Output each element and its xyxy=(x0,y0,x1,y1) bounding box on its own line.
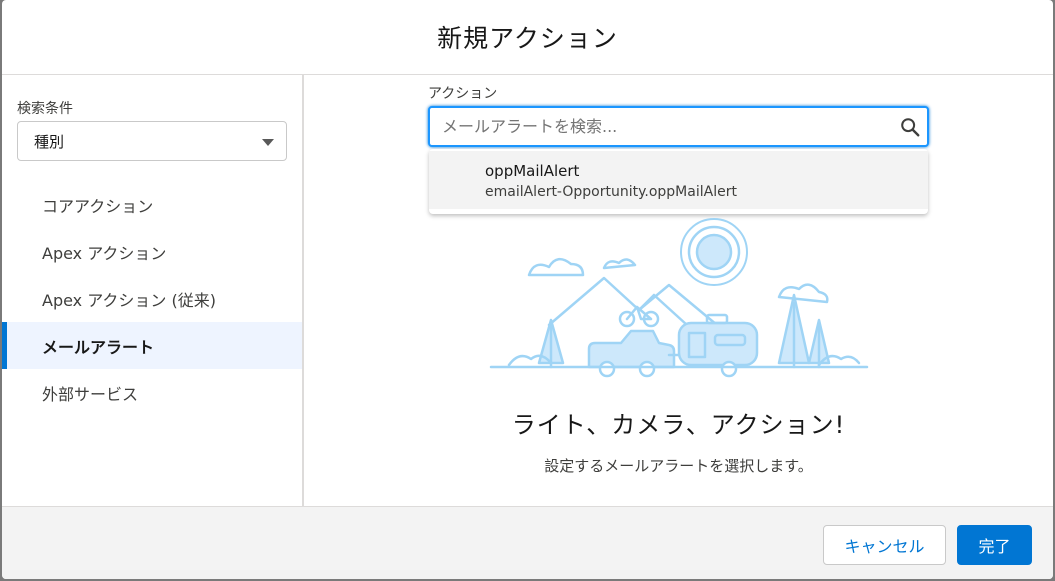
action-search-input[interactable] xyxy=(442,108,882,145)
cancel-button[interactable]: キャンセル xyxy=(823,525,946,565)
new-action-modal: 新規アクション 検索条件 種別 コアアクション Apex アクション Apex … xyxy=(2,0,1053,579)
done-button[interactable]: 完了 xyxy=(957,525,1032,565)
category-label: 外部サービス xyxy=(42,384,139,404)
category-item-email-alert[interactable]: メールアラート xyxy=(2,322,302,369)
category-item-external-service[interactable]: 外部サービス xyxy=(2,369,302,416)
filter-sidebar: 検索条件 種別 コアアクション Apex アクション Apex アクション (従… xyxy=(2,75,304,506)
action-search-box xyxy=(428,106,929,147)
modal-footer: キャンセル 完了 xyxy=(2,506,1053,579)
filter-label: 検索条件 xyxy=(17,101,73,117)
category-label: コアアクション xyxy=(42,196,154,216)
chevron-down-icon xyxy=(262,139,274,146)
modal-header: 新規アクション xyxy=(2,0,1053,75)
modal-title: 新規アクション xyxy=(437,24,618,53)
category-label: Apex アクション xyxy=(42,243,167,263)
category-label: メールアラート xyxy=(42,337,155,357)
category-label: Apex アクション (従来) xyxy=(42,290,216,310)
category-item-apex-action-legacy[interactable]: Apex アクション (従来) xyxy=(2,275,302,322)
camping-illustration xyxy=(489,218,869,378)
action-category-list: コアアクション Apex アクション Apex アクション (従来) メールアラ… xyxy=(2,181,302,416)
category-item-apex-action[interactable]: Apex アクション xyxy=(2,228,302,275)
search-icon[interactable] xyxy=(899,116,921,138)
category-item-core-action[interactable]: コアアクション xyxy=(2,181,302,228)
filter-select-value: 種別 xyxy=(34,132,65,151)
filter-type-select[interactable]: 種別 xyxy=(17,121,287,161)
action-field-label: アクション xyxy=(428,86,498,102)
empty-state-subtitle: 設定するメールアラートを選択します。 xyxy=(544,457,813,475)
option-subtitle: emailAlert-Opportunity.oppMailAlert xyxy=(485,184,737,200)
option-title: oppMailAlert xyxy=(485,162,580,180)
search-results-dropdown: oppMailAlert emailAlert-Opportunity.oppM… xyxy=(429,149,928,214)
search-result-option[interactable]: oppMailAlert emailAlert-Opportunity.oppM… xyxy=(429,151,928,209)
action-main-panel: アクション oppMailAlert emailAlert-Opportunit… xyxy=(304,75,1053,506)
empty-state-title: ライト、カメラ、アクション! xyxy=(511,411,846,439)
